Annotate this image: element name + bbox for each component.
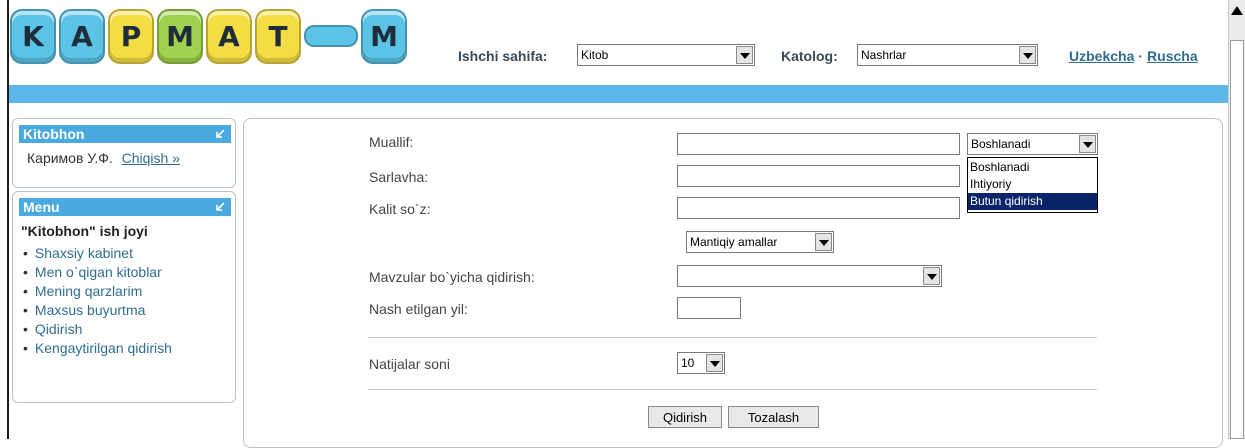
menu-panel: Menu "Kitobhon" ish joyi Shaxsiy kabinet…: [12, 191, 236, 403]
chevron-down-icon[interactable]: [1079, 135, 1096, 153]
menu-item-read-books[interactable]: Men o`qigan kitoblar: [23, 263, 172, 282]
logo-tile: A: [206, 8, 252, 64]
scrollbar-thumb[interactable]: [1230, 40, 1244, 439]
match-mode-value: Boshlanadi: [971, 137, 1031, 151]
lang-russian-link[interactable]: Ruscha: [1147, 48, 1198, 64]
divider: [368, 389, 1097, 390]
menu-item-my-debts[interactable]: Mening qarzlarim: [23, 282, 172, 301]
chevron-down-icon[interactable]: [736, 46, 753, 64]
collapse-arrow-icon[interactable]: [216, 129, 225, 138]
menu-item-advanced-search[interactable]: Kengaytirilgan qidirish: [23, 339, 172, 358]
lang-separator: ·: [1138, 48, 1144, 64]
menu-item-personal-cabinet[interactable]: Shaxsiy kabinet: [23, 244, 172, 263]
logo-dash: [304, 25, 358, 47]
match-mode-dropdown-list: Boshlanadi Ihtiyoriy Butun qidirish: [967, 157, 1098, 213]
reader-panel: Kitobhon Каримов У.Ф. Chiqish »: [12, 118, 236, 188]
logic-ops-select[interactable]: Mantiqiy amallar: [686, 231, 834, 253]
logo-tile: P: [108, 8, 154, 64]
match-mode-option[interactable]: Boshlanadi: [968, 159, 1097, 176]
vertical-scrollbar[interactable]: [1228, 0, 1245, 439]
match-mode-option[interactable]: Ihtiyoriy: [968, 176, 1097, 193]
title-input[interactable]: [677, 165, 960, 187]
keyword-input[interactable]: [677, 197, 960, 219]
title-label: Sarlavha:: [369, 169, 429, 185]
lang-uzbek-link[interactable]: Uzbekcha: [1069, 48, 1134, 64]
kapmat-logo: K A P M A T M: [10, 3, 410, 69]
catalog-select-value: Nashrlar: [861, 48, 907, 62]
catalog-label: Katolog:: [781, 48, 838, 64]
workpage-label: Ishchi sahifa:: [458, 48, 548, 64]
header-blue-bar: [9, 85, 1228, 103]
clear-button[interactable]: Tozalash: [728, 406, 819, 428]
menu-list: Shaxsiy kabinet Men o`qigan kitoblar Men…: [23, 244, 172, 358]
menu-item-special-order[interactable]: Maxsus buyurtma: [23, 301, 172, 320]
language-switcher: Uzbekcha · Ruscha: [1069, 48, 1198, 64]
reader-panel-header: Kitobhon: [19, 125, 231, 143]
menu-panel-header: Menu: [19, 198, 231, 216]
user-info: Каримов У.Ф. Chiqish »: [27, 150, 180, 166]
author-label: Muallif:: [369, 134, 414, 150]
logo-tile: A: [59, 8, 105, 64]
year-input[interactable]: [677, 297, 741, 319]
results-count-select[interactable]: 10: [677, 352, 725, 374]
logo-tile: K: [10, 8, 56, 64]
scroll-up-arrow-icon[interactable]: [1231, 6, 1243, 15]
chevron-down-icon[interactable]: [815, 233, 832, 251]
author-input[interactable]: [677, 133, 960, 155]
logo-tile: T: [255, 8, 301, 64]
logout-link[interactable]: Chiqish »: [122, 150, 180, 166]
chevron-down-icon[interactable]: [706, 354, 723, 372]
logic-ops-value: Mantiqiy amallar: [690, 235, 778, 249]
year-label: Nash etilgan yil:: [369, 301, 468, 317]
menu-panel-title: Menu: [23, 199, 60, 215]
logo-tile: M: [157, 8, 203, 64]
workpage-select[interactable]: Kitob: [577, 44, 755, 66]
chevron-down-icon[interactable]: [1019, 46, 1036, 64]
subject-select[interactable]: [677, 265, 942, 287]
window-left-edge: [7, 0, 9, 439]
results-count-value: 10: [681, 356, 695, 370]
match-mode-select[interactable]: Boshlanadi: [967, 133, 1098, 155]
subject-label: Mavzular bo`yicha qidirish:: [369, 269, 535, 285]
workpage-select-value: Kitob: [581, 48, 609, 62]
menu-item-search[interactable]: Qidirish: [23, 320, 172, 339]
keyword-label: Kalit so`z:: [369, 201, 431, 217]
reader-panel-title: Kitobhon: [23, 126, 85, 142]
logo-tile: M: [361, 8, 407, 64]
divider: [368, 337, 1097, 338]
chevron-down-icon[interactable]: [923, 267, 940, 285]
search-button[interactable]: Qidirish: [648, 406, 722, 428]
catalog-select[interactable]: Nashrlar: [857, 44, 1038, 66]
results-count-label: Natijalar soni: [369, 356, 450, 372]
collapse-arrow-icon[interactable]: [216, 202, 225, 211]
user-name: Каримов У.Ф.: [27, 150, 113, 166]
menu-section-title: "Kitobhon" ish joyi: [21, 223, 148, 239]
match-mode-option-highlighted[interactable]: Butun qidirish: [968, 193, 1097, 210]
